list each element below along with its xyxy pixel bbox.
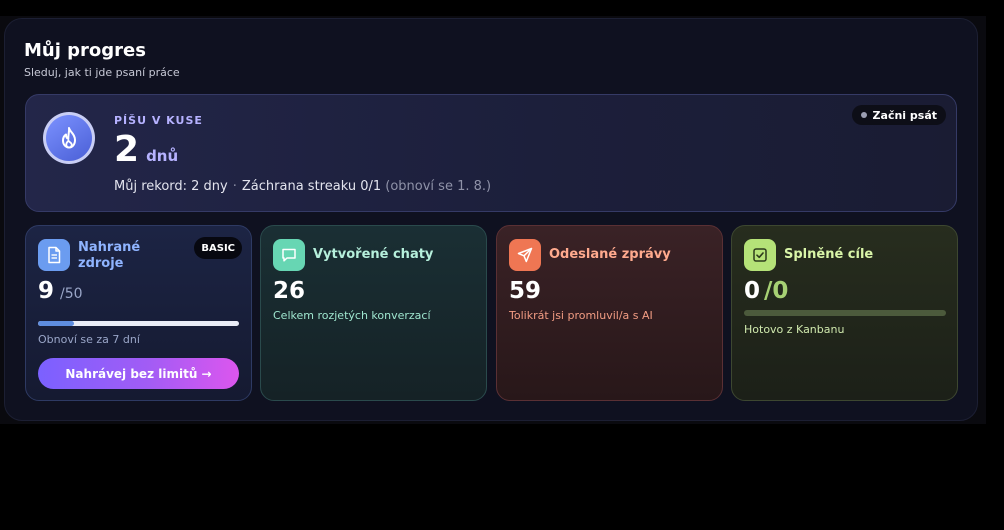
goals-subtitle: Hotovo z Kanbanu: [744, 323, 845, 336]
meta-separator: ·: [232, 179, 237, 194]
plan-badge: BASIC: [194, 237, 242, 259]
streak-label: PÍŠU V KUSE: [114, 114, 203, 127]
streak-value: 2: [114, 129, 140, 170]
uploads-value-group: 9 /50: [38, 278, 83, 304]
start-writing-button[interactable]: Začni psát: [851, 105, 946, 125]
streak-meta: Můj rekord: 2 dny · Záchrana streaku 0/1 (…: [114, 179, 491, 194]
streak-icon-badge: [43, 112, 95, 164]
messages-subtitle: Tolikrát jsi promluvil/a s AI: [509, 309, 653, 322]
streak-record: Můj rekord: 2 dny: [114, 179, 228, 194]
uploads-card: Nahrané zdroje BASIC 9 /50 Obnoví se za …: [25, 225, 252, 401]
messages-card: Odeslané zprávy 59 Tolikrát jsi promluvi…: [496, 225, 723, 401]
messages-title: Odeslané zprávy: [549, 247, 671, 262]
chats-subtitle: Celkem rozjetých konverzací: [273, 309, 431, 322]
uploads-title: Nahrané zdroje: [78, 240, 141, 271]
messages-value: 59: [509, 278, 542, 304]
goals-title: Splněné cíle: [784, 247, 874, 262]
uploads-progress-fill: [38, 321, 75, 326]
uploads-limit: /50: [60, 286, 83, 302]
goals-separator: /: [764, 278, 773, 304]
start-writing-label: Začni psát: [872, 108, 937, 122]
chats-card: Vytvořené chaty 26 Celkem rozjetých konv…: [260, 225, 487, 401]
chats-title: Vytvořené chaty: [313, 247, 434, 262]
goals-value: 0: [744, 278, 761, 304]
chats-value: 26: [273, 278, 306, 304]
flame-icon: [46, 115, 92, 161]
streak-unit: dnů: [146, 147, 179, 165]
page-title: Můj progres: [24, 40, 146, 61]
streak-rescue-note: (obnoví se 1. 8.): [385, 179, 492, 194]
goals-total: 0: [772, 278, 789, 304]
document-icon: [38, 239, 70, 271]
streak-rescue: Záchrana streaku 0/1: [241, 179, 382, 194]
upgrade-button[interactable]: Nahrávej bez limitů →: [38, 358, 239, 389]
goals-progress-bar: [744, 310, 946, 316]
uploads-renew-text: Obnoví se za 7 dní: [38, 333, 140, 346]
progress-panel: Můj progres Sleduj, jak ti jde psaní prá…: [4, 18, 978, 421]
stage: Můj progres Sleduj, jak ti jde psaní prá…: [0, 0, 1004, 530]
uploads-value: 9: [38, 278, 55, 304]
streak-card: PÍŠU V KUSE 2 dnů Můj rekord: 2 dny · Zách…: [25, 94, 957, 212]
streak-value-group: 2 dnů: [114, 129, 178, 170]
goals-value-group: 0 / 0: [744, 278, 788, 304]
send-icon: [509, 239, 541, 271]
chat-icon: [273, 239, 305, 271]
page-subtitle: Sleduj, jak ti jde psaní práce: [24, 66, 180, 79]
checkbox-icon: [744, 239, 776, 271]
status-dot-icon: [860, 112, 867, 118]
uploads-progress-bar: [38, 321, 239, 326]
goals-card: Splněné cíle 0 / 0 Hotovo z Kanbanu: [731, 225, 958, 401]
